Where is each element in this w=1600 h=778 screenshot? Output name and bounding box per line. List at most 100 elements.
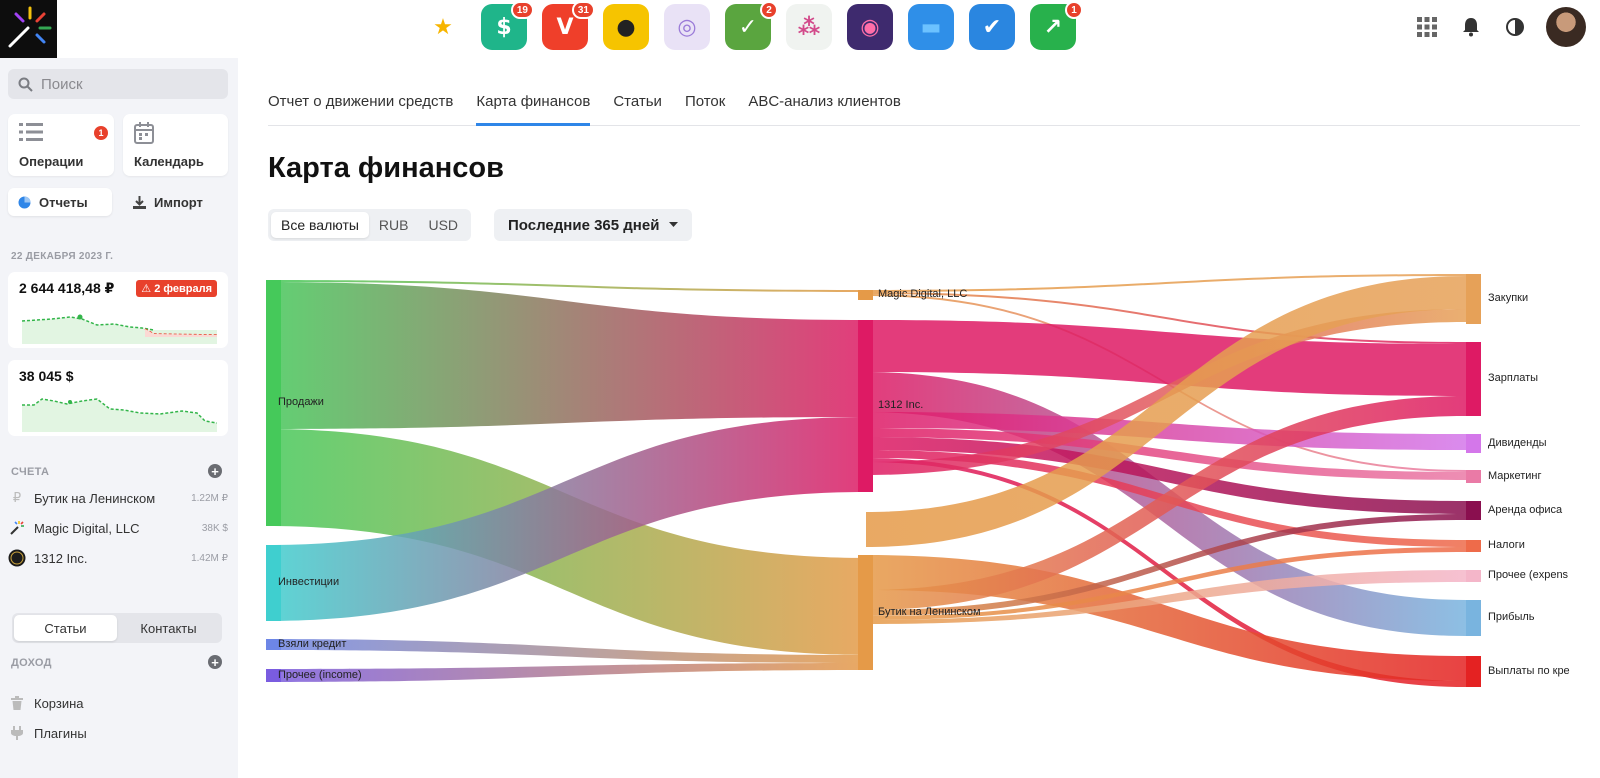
sankey-target-label: Дивиденды — [1488, 436, 1547, 449]
sankey-source-label: Прочее (income) — [278, 668, 362, 681]
bell-icon[interactable] — [1458, 14, 1484, 40]
account-item[interactable]: ₽ Бутик на Ленинском 1.22M ₽ — [8, 487, 228, 509]
segment-contacts[interactable]: Контакты — [117, 615, 220, 641]
chart-app-icon[interactable]: ↗ 1 — [1030, 1, 1083, 50]
sankey-target-node[interactable] — [1466, 656, 1481, 687]
app-launcher: ★ $19 V 31 ● ◎ ✓ 2 ⁂ ◉ ▬ ✔ ↗ 1 — [420, 1, 1083, 54]
sankey-target-node[interactable] — [1466, 600, 1481, 636]
reports-button[interactable]: Отчеты — [8, 188, 112, 216]
app-logo[interactable] — [0, 0, 57, 58]
account-name: Magic Digital, LLC — [34, 520, 140, 536]
app-glyph: $ — [496, 14, 512, 40]
plugins-item[interactable]: Плагины — [8, 722, 228, 744]
balance-card-rub[interactable]: 2 644 418,48 ₽ ⚠ 2 февраля — [8, 272, 228, 348]
sidebar: Поиск 1 Операции Календарь Отчеты Импорт… — [0, 58, 238, 778]
app-badge: 31 — [571, 1, 595, 19]
reports-label: Отчеты — [39, 194, 88, 210]
top-bar: ★ $19 V 31 ● ◎ ✓ 2 ⁂ ◉ ▬ ✔ ↗ 1 — [0, 0, 1600, 58]
page-title: Карта финансов — [268, 152, 504, 184]
sankey-target-node[interactable] — [1466, 274, 1481, 324]
pie-chart-icon — [18, 196, 31, 208]
sankey-account-node[interactable] — [858, 290, 873, 300]
sankey-target-label: Прочее (expens — [1488, 569, 1569, 581]
sankey-source-label: Продажи — [278, 396, 324, 408]
balance-amount: 38 045 $ — [19, 368, 74, 384]
dollar-app-icon[interactable]: $19 — [481, 1, 534, 50]
sankey-target-node[interactable] — [1466, 540, 1481, 552]
sankey-target-node[interactable] — [1466, 570, 1481, 582]
import-button[interactable]: Импорт — [123, 188, 228, 216]
balance-amount: 2 644 418,48 ₽ — [19, 280, 115, 296]
app-badge: 2 — [760, 1, 778, 19]
tab-1[interactable]: Карта финансов — [476, 88, 591, 126]
currency-option[interactable]: USD — [418, 212, 468, 238]
sankey-target-label: Налоги — [1488, 539, 1525, 551]
camera-app-icon[interactable]: ● — [603, 4, 649, 50]
account-name: Бутик на Ленинском — [34, 490, 156, 506]
operations-label: Операции — [19, 154, 84, 169]
sankey-account-label: 1312 Inc. — [878, 399, 924, 411]
currency-option[interactable]: Все валюты — [271, 212, 369, 238]
income-header: ДОХОД — [11, 657, 52, 669]
period-label: Последние 365 дней — [508, 216, 660, 234]
add-income-button[interactable]: + — [208, 655, 222, 669]
add-account-button[interactable]: + — [208, 464, 222, 478]
lens-app-icon[interactable]: ◉ — [847, 4, 893, 50]
accounts-header: СЧЕТА — [11, 466, 50, 478]
list-icon — [19, 122, 43, 148]
sankey-target-node[interactable] — [1466, 342, 1481, 416]
tab-3[interactable]: Поток — [685, 88, 725, 126]
sankey-target-label: Зарплаты — [1488, 372, 1539, 384]
sankey-target-label: Маркетинг — [1488, 469, 1542, 482]
tab-2[interactable]: Статьи — [613, 88, 662, 126]
tab-0[interactable]: Отчет о движении средств — [268, 88, 453, 126]
account-item[interactable]: 1312 Inc. 1.42M ₽ — [8, 547, 228, 569]
sankey-account-label: Magic Digital, LLC — [878, 288, 968, 300]
balance-card-usd[interactable]: 38 045 $ — [8, 360, 228, 436]
operations-badge: 1 — [94, 126, 108, 140]
sankey-target-node[interactable] — [1466, 501, 1481, 520]
sankey-target-label: Выплаты по кре — [1488, 664, 1570, 677]
search-input[interactable]: Поиск — [8, 69, 228, 99]
app-badge: 1 — [1065, 1, 1083, 19]
app-glyph: ▬ — [920, 14, 942, 40]
operations-tile[interactable]: 1 Операции — [8, 114, 114, 176]
trash-icon — [8, 694, 26, 712]
sankey-account-node[interactable] — [858, 320, 873, 492]
magic-wand-logo-icon — [8, 6, 52, 48]
sankey-link[interactable] — [266, 282, 866, 429]
plugins-label: Плагины — [34, 725, 87, 741]
calendar-icon — [134, 122, 154, 150]
dots-app-icon[interactable]: ⁂ — [786, 4, 832, 50]
account-value: 1.22M ₽ — [191, 492, 228, 504]
user-avatar[interactable] — [1546, 7, 1586, 47]
account-value: 38K $ — [201, 522, 228, 534]
folder-app-icon[interactable]: ▬ — [908, 4, 954, 50]
ruble-icon: ₽ — [12, 490, 22, 505]
sankey-svg — [266, 274, 1481, 687]
tasks-app-icon[interactable]: ✓ 2 — [725, 1, 778, 50]
date-header: 22 ДЕКАБРЯ 2023 Г. — [11, 251, 114, 262]
sankey-target-node[interactable] — [1466, 470, 1481, 483]
grid-menu-icon[interactable] — [1414, 14, 1440, 40]
sidebar-segment: Статьи Контакты — [12, 613, 222, 643]
period-dropdown[interactable]: Последние 365 дней — [494, 209, 693, 241]
star-app-icon[interactable]: ★ — [420, 4, 466, 50]
vivaldi-app-icon[interactable]: V 31 — [542, 1, 595, 50]
sankey-target-node[interactable] — [1466, 434, 1481, 453]
currency-option[interactable]: RUB — [369, 212, 419, 238]
theme-toggle-icon[interactable] — [1502, 14, 1528, 40]
spiral-app-icon[interactable]: ◎ — [664, 4, 710, 50]
sankey-source-label: Взяли кредит — [278, 637, 347, 650]
trash-label: Корзина — [34, 695, 84, 711]
chat-check-app-icon[interactable]: ✔ — [969, 4, 1015, 50]
search-icon — [18, 77, 33, 92]
account-item[interactable]: Magic Digital, LLC 38K $ — [8, 517, 228, 539]
segment-articles[interactable]: Статьи — [14, 615, 117, 641]
download-icon — [133, 195, 146, 209]
trash-item[interactable]: Корзина — [8, 692, 228, 714]
sankey-account-node[interactable] — [858, 555, 873, 670]
tab-4[interactable]: ABC-анализ клиентов — [748, 88, 900, 126]
calendar-label: Календарь — [134, 154, 204, 169]
calendar-tile[interactable]: Календарь — [123, 114, 228, 176]
